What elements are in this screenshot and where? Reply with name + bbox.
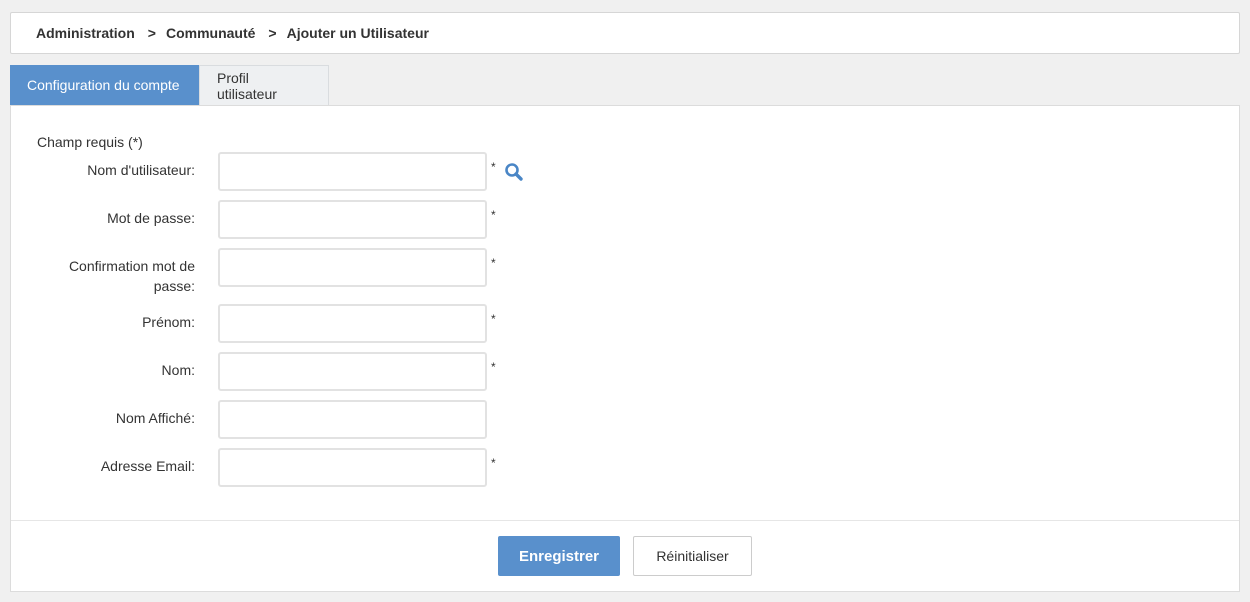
- email-input[interactable]: [218, 448, 487, 487]
- breadcrumb-separator: >: [147, 25, 156, 41]
- required-marker: *: [491, 312, 496, 326]
- password-label: Mot de passe:: [107, 210, 195, 226]
- required-marker: *: [491, 160, 496, 174]
- first-name-label: Prénom:: [142, 314, 195, 330]
- breadcrumb-item-administration[interactable]: Administration: [36, 25, 135, 41]
- breadcrumb: Administration > Communauté > Ajouter un…: [10, 12, 1240, 54]
- tab-user-profile[interactable]: Profil utilisateur: [199, 65, 329, 105]
- reset-button[interactable]: Réinitialiser: [633, 536, 752, 576]
- confirm-password-input[interactable]: [218, 248, 487, 287]
- required-marker: *: [491, 456, 496, 470]
- required-marker: *: [491, 256, 496, 270]
- last-name-label: Nom:: [161, 362, 195, 378]
- search-icon[interactable]: [504, 162, 524, 185]
- required-marker: *: [491, 208, 496, 222]
- display-name-label: Nom Affiché:: [115, 410, 195, 426]
- tab-account-configuration[interactable]: Configuration du compte: [10, 65, 199, 105]
- tab-bar: Configuration du compte Profil utilisate…: [10, 65, 329, 105]
- email-label: Adresse Email:: [100, 458, 195, 474]
- password-input[interactable]: [218, 200, 487, 239]
- breadcrumb-item-current: Ajouter un Utilisateur: [286, 25, 429, 41]
- save-button[interactable]: Enregistrer: [498, 536, 620, 576]
- username-input[interactable]: [218, 152, 487, 191]
- required-note: Champ requis (*): [37, 134, 143, 150]
- form-panel: Champ requis (*) Nom d'utilisateur: * Mo…: [10, 105, 1240, 592]
- last-name-input[interactable]: [218, 352, 487, 391]
- breadcrumb-item-communaute[interactable]: Communauté: [166, 25, 255, 41]
- footer-divider: [11, 520, 1239, 521]
- confirm-password-label: Confirmation mot de passe:: [68, 258, 195, 294]
- username-label: Nom d'utilisateur:: [87, 162, 195, 178]
- breadcrumb-separator: >: [268, 25, 277, 41]
- first-name-input[interactable]: [218, 304, 487, 343]
- display-name-input[interactable]: [218, 400, 487, 439]
- required-marker: *: [491, 360, 496, 374]
